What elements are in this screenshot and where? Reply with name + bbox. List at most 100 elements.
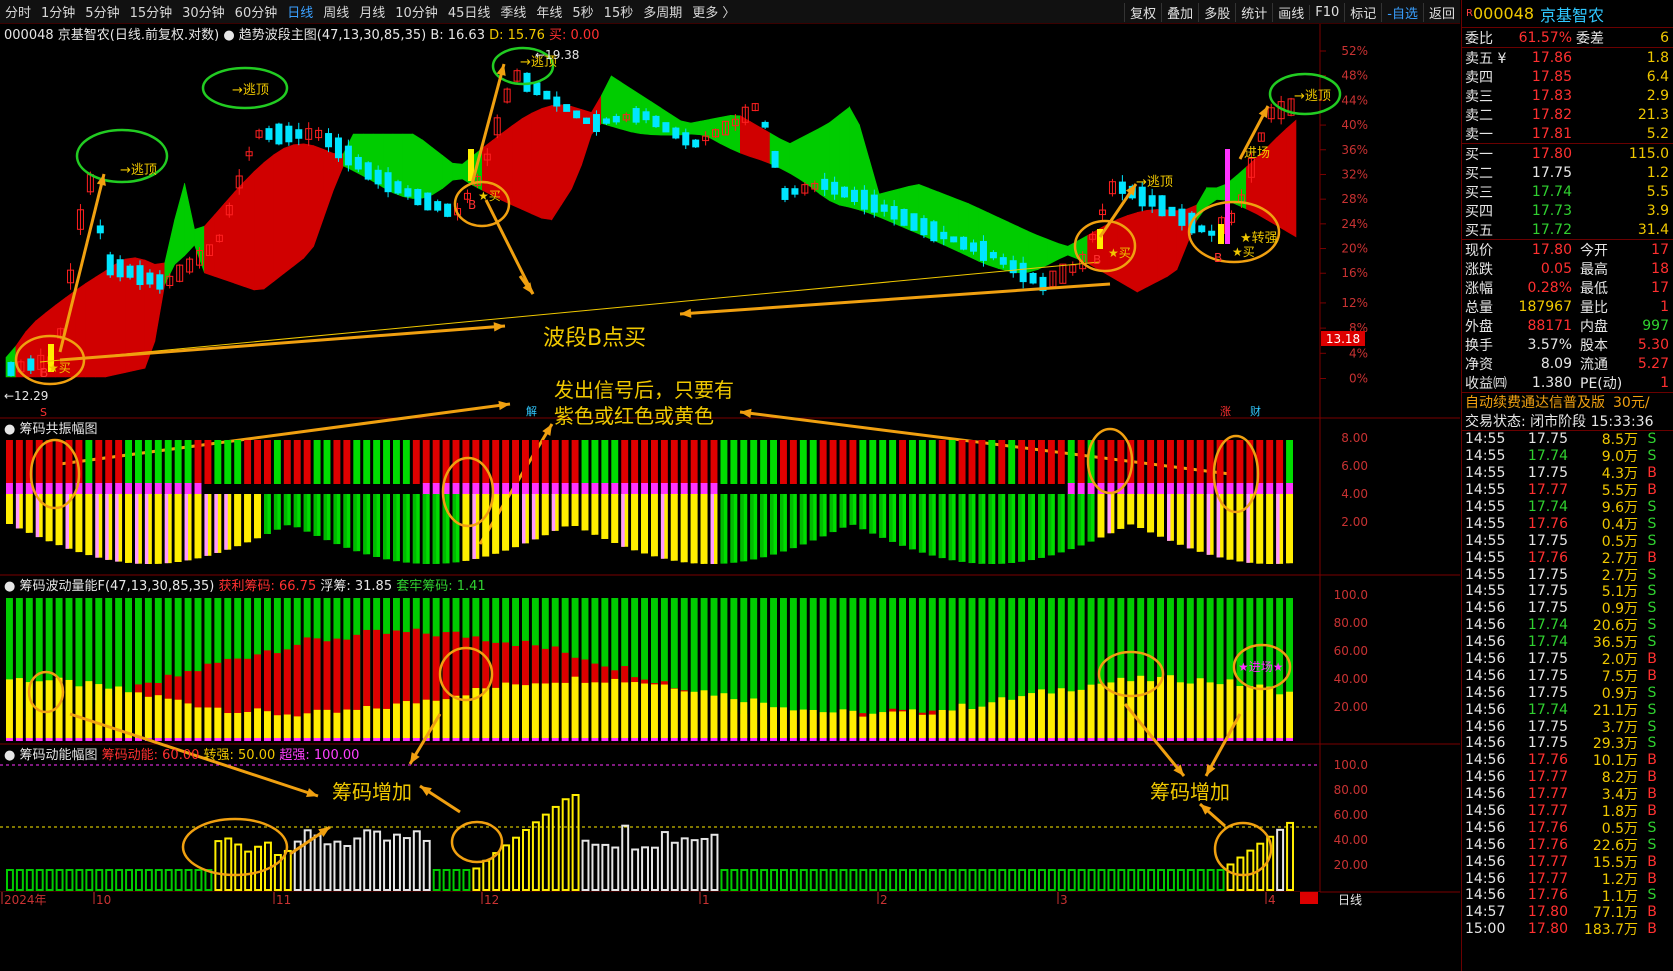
toolbar-button-7[interactable]: -自选 xyxy=(1381,2,1423,22)
timeframe-tab-7[interactable]: 周线 xyxy=(318,2,354,21)
tick-list[interactable]: 14:55 17.75 8.5万 S 14:55 17.74 9.0万 S 14:55 17.75… xyxy=(1462,430,1673,938)
toolbar-button-0[interactable]: 复权 xyxy=(1124,2,1161,22)
bid-row-5[interactable]: 买五 17.72 31.4 xyxy=(1462,220,1673,239)
p2-base-bar xyxy=(393,738,400,741)
p3-kinetic-bar xyxy=(333,840,342,891)
timeframe-tab-4[interactable]: 30分钟 xyxy=(177,2,230,21)
float-chip-value: 浮筹: 31.85 xyxy=(320,579,393,594)
panel1-title[interactable]: 筹码共振幅图 xyxy=(19,422,97,437)
bid-row-1[interactable]: 买一 17.80 115.0 xyxy=(1462,144,1673,163)
candle-body xyxy=(146,272,154,285)
timeframe-tab-9[interactable]: 10分钟 xyxy=(390,2,443,21)
p1-magenta-bar xyxy=(522,483,529,495)
stat-4-cell-3: 997 xyxy=(1642,317,1669,334)
p1-magenta-bar xyxy=(422,483,430,495)
timeframe-tab-14[interactable]: 15秒 xyxy=(599,2,639,21)
timeframe-tab-5[interactable]: 60分钟 xyxy=(230,2,283,21)
p1-upper-bar xyxy=(1077,440,1085,484)
ask-row-4[interactable]: 卖二 17.82 21.3 xyxy=(1462,105,1673,124)
p2-base-bar xyxy=(174,738,182,741)
p1-axis-label: 2.00 xyxy=(1341,515,1368,529)
ask-row-5[interactable]: 卖一 17.81 5.2 xyxy=(1462,124,1673,143)
tick-cell-3: B xyxy=(1647,904,1657,921)
panel3-title[interactable]: 筹码动能幅图 xyxy=(19,748,97,763)
p1-upper-bar xyxy=(422,440,430,484)
p1-upper-bar xyxy=(1266,440,1274,484)
weibi-row: 委比 61.57% 委差 6 xyxy=(1462,28,1673,47)
ask-row-3[interactable]: 卖三 17.83 2.9 xyxy=(1462,86,1673,105)
timeframe-tab-13[interactable]: 5秒 xyxy=(567,2,598,21)
toolbar-button-8[interactable]: 返回 xyxy=(1422,2,1460,22)
p1-magenta-bar xyxy=(1077,483,1085,495)
promo-text[interactable]: 自动续费通达信普及版 xyxy=(1462,392,1605,412)
trend-ribbon-segment xyxy=(690,120,701,136)
toolbar-button-4[interactable]: 画线 xyxy=(1272,2,1309,22)
d-value: D: 15.76 xyxy=(489,28,545,43)
p3-kinetic-bar xyxy=(1226,863,1235,892)
timeframe-tab-8[interactable]: 月线 xyxy=(354,2,390,21)
timeframe-tab-10[interactable]: 45日线 xyxy=(443,2,496,21)
timeframe-tab-6[interactable]: 日线 xyxy=(282,2,318,21)
bid-row-2[interactable]: 买二 17.75 1.2 xyxy=(1462,163,1673,182)
p1-upper-bar xyxy=(1176,440,1184,484)
panel2-title[interactable]: 筹码波动量能F(47,13,30,85,35) xyxy=(19,579,214,594)
escape-label: →逃顶 xyxy=(232,83,269,98)
p1-axis-label: 8.00 xyxy=(1341,431,1368,445)
timeframe-tab-11[interactable]: 季线 xyxy=(495,2,531,21)
ask-row-1[interactable]: 卖五 ¥ 17.86 1.8 xyxy=(1462,48,1673,67)
timeframe-tab-3[interactable]: 15分钟 xyxy=(125,2,178,21)
p2-base-bar xyxy=(35,738,43,741)
indicator-name[interactable]: 趋势波段主图(47,13,30,85,35) xyxy=(239,28,426,43)
p2-yellow-bar xyxy=(789,710,797,738)
timeframe-tab-1[interactable]: 1分钟 xyxy=(36,2,80,21)
p2-yellow-bar xyxy=(85,681,93,738)
toolbar-button-3[interactable]: 统计 xyxy=(1235,2,1272,22)
timeframe-tab-16[interactable]: 更多 〉 xyxy=(687,2,740,21)
bid-row-4[interactable]: 买四 17.73 3.9 xyxy=(1462,201,1673,220)
stat-1-cell-0: 涨跌 xyxy=(1465,261,1493,278)
p1-upper-bar xyxy=(1097,440,1105,484)
p2-yellow-bar xyxy=(720,693,728,738)
p1-upper-bar xyxy=(1147,440,1155,484)
p1-magenta-bar xyxy=(55,483,63,495)
timeframe-tab-12[interactable]: 年线 xyxy=(531,2,567,21)
toolbar-button-1[interactable]: 叠加 xyxy=(1161,2,1198,22)
trend-ribbon-segment xyxy=(948,195,959,253)
candle-body xyxy=(1148,195,1156,207)
p1-magenta-bar xyxy=(1137,483,1145,495)
p1-upper-bar xyxy=(928,440,936,484)
timeframe-tab-15[interactable]: 多周期 xyxy=(638,2,687,21)
tick-cell-1: 17.74 xyxy=(1527,634,1568,651)
tick-cell-1: 17.76 xyxy=(1527,819,1568,836)
toolbar-button-2[interactable]: 多股 xyxy=(1198,2,1235,22)
p1-lower-bar-shade xyxy=(660,494,665,559)
escape-label: →逃顶 xyxy=(120,163,157,178)
toolbar-button-6[interactable]: 标记 xyxy=(1344,2,1381,22)
p3-kinetic-bar xyxy=(45,869,54,891)
p1-upper-bar xyxy=(789,440,797,484)
candle-body xyxy=(96,225,104,234)
promo-row[interactable]: 自动续费通达信普及版 30元/ xyxy=(1462,392,1673,411)
toolbar-button-5[interactable]: F10 xyxy=(1309,4,1344,20)
escape-label: →逃顶 xyxy=(1136,175,1173,190)
p3-ellipse xyxy=(450,820,504,864)
p2-base-bar xyxy=(353,738,361,741)
p2-yellow-bar xyxy=(1028,693,1035,738)
bid-row-3[interactable]: 买三 17.74 5.5 xyxy=(1462,182,1673,201)
timeframe-tab-2[interactable]: 5分钟 xyxy=(80,2,124,21)
timeframe-tab-0[interactable]: 分时 xyxy=(0,2,36,21)
tick-cell-0: 14:55 xyxy=(1465,448,1506,465)
p1-lower-bar-shade xyxy=(760,494,764,558)
ask-row-2[interactable]: 卖四 17.85 6.4 xyxy=(1462,67,1673,86)
p2-base-bar xyxy=(522,738,529,741)
p2-base-bar xyxy=(561,738,569,741)
p1-lower-bar-shade xyxy=(1097,494,1101,538)
tick-row: 14:56 17.75 7.5万 B xyxy=(1462,667,1673,685)
tick-cell-3: B xyxy=(1647,465,1657,482)
main-chart-header: 000048 京基智农(日线.前复权.对数) ● 趋势波段主图(47,13,30… xyxy=(4,24,599,43)
p2-base-bar xyxy=(938,738,946,741)
stat-7-cell-1: 1.380 xyxy=(1531,374,1572,391)
p2-axis-label: 20.00 xyxy=(1334,700,1368,714)
kline-chart-area[interactable]: 52%48%44%40%36%32%28%24%20%16%12%8%4%0%1… xyxy=(0,24,1460,971)
tick-cell-0: 14:56 xyxy=(1465,853,1506,870)
